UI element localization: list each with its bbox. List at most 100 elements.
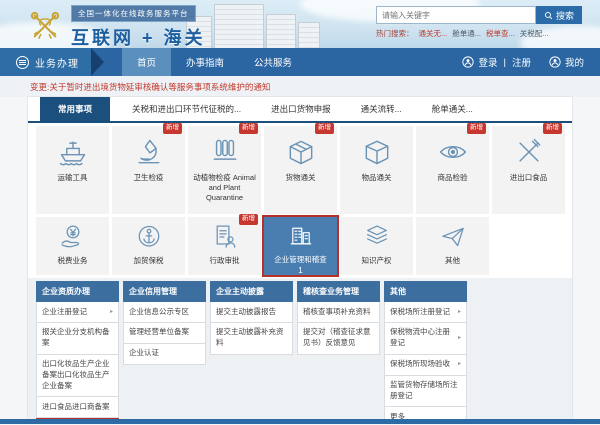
yuan-hand-icon	[60, 225, 79, 248]
menu-item-operating-unit-filing[interactable]: 管理经营单位备案	[123, 322, 206, 344]
service-health-quarantine[interactable]: 新增 卫生检疫	[112, 123, 185, 214]
main-navbar: 业务办理 首页 办事指南 公共服务 登录 | 注册 我的	[0, 48, 600, 76]
maintenance-notice-link[interactable]: 变更:关于暂时进出境货物延审核确认等服务事项系统维护的通知	[30, 81, 270, 93]
service-processing-trade-bonded[interactable]: 加贸保税	[112, 217, 185, 275]
service-grid-row2: 税费业务 加贸保税 新增 行政审批 企业管理和稽查 1 知识产权 其他	[36, 214, 572, 277]
service-enterprise-management-audit[interactable]: 企业管理和稽查 1	[262, 215, 339, 277]
menu-item-enterprise-certification[interactable]: 企业认证	[123, 343, 206, 365]
service-label: 动植物检疫 Animal and Plant Quarantine	[193, 173, 256, 203]
layers-icon	[366, 225, 387, 244]
panel-header[interactable]: 企业主动披露	[210, 281, 293, 302]
new-badge: 新增	[239, 214, 258, 225]
service-label: 加贸保税	[133, 256, 164, 265]
service-animal-plant-quarantine[interactable]: 新增 动植物检疫 Animal and Plant Quarantine	[188, 123, 261, 214]
step-1-marker: 1	[298, 266, 303, 275]
category-tab-tariff[interactable]: 关税和进出口环节代征税的...	[124, 97, 249, 121]
category-tab-manifest[interactable]: 舱单通关...	[424, 97, 481, 121]
service-admin-approval[interactable]: 新增 行政审批	[188, 214, 261, 275]
search-button[interactable]: 搜索	[536, 6, 582, 24]
service-label: 企业管理和稽查	[274, 254, 327, 264]
panel-other: 其他 保税场所注册登记 ▸ 保税物流中心注册登记 ▸ 保税场所现场验收 ▸ 监管…	[384, 281, 467, 421]
menu-item-audit-supplement-material[interactable]: 稽核查事项补充资料	[297, 302, 380, 323]
menu-item-audit-feedback-opinion[interactable]: 提交对（稽查征求意见书）反馈意见	[297, 322, 380, 355]
hot-search-row: 热门搜索： 通关无... 舱单通... 税单查... 关税配...	[376, 28, 582, 39]
quarantine-bars-icon	[213, 139, 236, 160]
service-commodity-inspection[interactable]: 新增 商品检验	[416, 123, 489, 214]
category-tab-clearance-flow[interactable]: 通关流转...	[353, 97, 410, 121]
buildings-icon	[290, 227, 311, 245]
user-icon	[549, 56, 561, 68]
service-label: 行政审批	[209, 256, 240, 265]
site-header: 全国一体化在线政务服务平台 互联网 + 海关 搜索 热门搜索： 通关无... 舱…	[0, 0, 600, 48]
cube-icon	[365, 140, 388, 165]
submenu-arrow-icon: ▸	[457, 308, 461, 315]
carton-box-icon	[289, 140, 312, 165]
menu-item-broker-branch-filing[interactable]: 报关企业分支机构备案	[36, 322, 119, 355]
site-brand: 全国一体化在线政务服务平台 互联网 + 海关	[26, 3, 206, 48]
service-other[interactable]: 其他	[416, 217, 489, 275]
services-card: 常用事项 关税和进出口环节代征税的... 进出口货物申报 通关流转... 舱单通…	[28, 97, 572, 421]
menu-item-enterprise-info-publicity[interactable]: 企业信息公示专区	[123, 302, 206, 323]
service-label: 物品通关	[361, 173, 392, 182]
submenu-arrow-icon: ▸	[457, 334, 461, 341]
category-tab-bar: 常用事项 关税和进出口环节代征税的... 进出口货物申报 通关流转... 舱单通…	[28, 97, 572, 123]
microscope-icon	[138, 139, 159, 164]
hot-search-link[interactable]: 舱单通...	[452, 28, 481, 39]
nav-tab-guide[interactable]: 办事指南	[171, 48, 239, 76]
service-label: 税费业务	[57, 256, 88, 265]
panel-header[interactable]: 其他	[384, 281, 467, 302]
nav-tab-home[interactable]: 首页	[122, 48, 172, 76]
panel-header[interactable]: 稽核查业务管理	[297, 281, 380, 302]
register-link[interactable]: 注册	[512, 55, 531, 69]
service-label: 知识产权	[361, 256, 392, 265]
menu-item-enterprise-registration[interactable]: 企业注册登记 ▸	[36, 302, 119, 323]
inspection-eye-icon	[439, 145, 466, 159]
menu-item-submit-disclosure-supplement[interactable]: 提交主动披露补充资料	[210, 322, 293, 355]
panel-audit-business: 稽核查业务管理 稽核查事项补充资料 提交对（稽查征求意见书）反馈意见	[297, 281, 380, 355]
menu-item-bonded-logistics-center-registration[interactable]: 保税物流中心注册登记 ▸	[384, 322, 467, 355]
submenu-arrow-icon: ▸	[109, 308, 113, 315]
new-badge: 新增	[543, 123, 562, 134]
footer-strip	[0, 419, 600, 424]
menu-item-food-importer-filing[interactable]: 进口食品进口商备案	[36, 397, 119, 419]
service-tax-fees[interactable]: 税费业务	[36, 217, 109, 275]
category-tab-common[interactable]: 常用事项	[40, 97, 111, 121]
menu-item-bonded-premises-registration[interactable]: 保税场所注册登记 ▸	[384, 302, 467, 323]
category-tab-declaration[interactable]: 进出口货物申报	[263, 97, 339, 121]
hot-search-link[interactable]: 关税配...	[520, 28, 549, 39]
my-account-link[interactable]: 我的	[565, 55, 584, 69]
search-input[interactable]	[376, 6, 536, 24]
search-zone: 搜索 热门搜索： 通关无... 舱单通... 税单查... 关税配...	[376, 6, 582, 39]
customs-emblem-icon	[30, 11, 60, 39]
menu-item-bonded-site-acceptance[interactable]: 保税场所现场验收 ▸	[384, 354, 467, 376]
anchor-icon	[138, 225, 159, 247]
hamburger-menu-icon	[16, 55, 29, 69]
magnifier-icon	[544, 11, 553, 19]
login-link[interactable]: 登录	[478, 55, 497, 69]
menu-item-cosmetics-manufacturer-filing[interactable]: 出口化妆品生产企业备案出口化妆品生产企业备案	[36, 354, 119, 398]
submenu-arrow-icon: ▸	[457, 361, 461, 368]
nav-notch-decoration	[91, 48, 104, 76]
notice-bar: 变更:关于暂时进出境货物延审核确认等服务事项系统维护的通知	[0, 76, 600, 97]
hot-search-link[interactable]: 通关无...	[419, 28, 448, 39]
panel-header[interactable]: 企业信用管理	[123, 281, 206, 302]
nav-tab-public-services[interactable]: 公共服务	[239, 48, 307, 76]
new-badge: 新增	[467, 123, 486, 134]
panel-header[interactable]: 企业资质办理	[36, 281, 119, 302]
business-menu-button[interactable]: 业务办理	[0, 48, 91, 76]
new-badge: 新增	[239, 123, 258, 134]
service-cargo-clearance[interactable]: 新增 货物通关	[264, 123, 337, 214]
service-transport-tools[interactable]: 运输工具	[36, 126, 109, 214]
document-person-icon	[216, 225, 235, 248]
hot-search-link[interactable]: 税单查...	[486, 28, 515, 39]
service-import-export-food[interactable]: 新增 进出口食品	[492, 123, 565, 214]
service-label: 货物通关	[285, 173, 316, 182]
new-badge: 新增	[163, 123, 182, 134]
service-intellectual-property[interactable]: 知识产权	[340, 217, 413, 275]
internet-customs-portal: 全国一体化在线政务服务平台 互联网 + 海关 搜索 热门搜索： 通关无... 舱…	[0, 0, 600, 425]
service-label: 卫生检疫	[133, 173, 164, 182]
service-label: 其他	[445, 256, 460, 265]
menu-item-submit-disclosure-report[interactable]: 提交主动披露报告	[210, 302, 293, 323]
service-articles-clearance[interactable]: 物品通关	[340, 126, 413, 214]
menu-item-supervised-goods-storage-registration[interactable]: 监管货物存储场所注册登记	[384, 375, 467, 408]
